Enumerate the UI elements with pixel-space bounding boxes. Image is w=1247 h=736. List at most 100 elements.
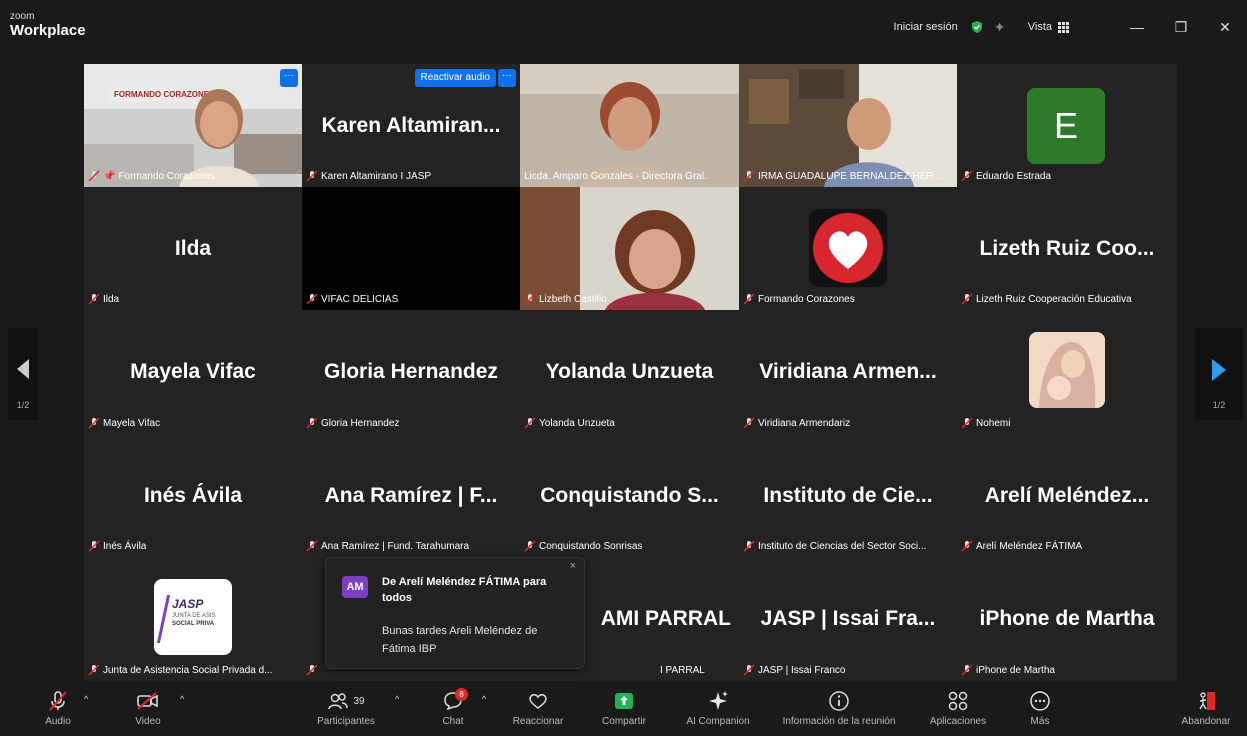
zoom-window: zoom Workplace Iniciar sesión ✦ Vista — … bbox=[0, 0, 1247, 736]
participant-tile[interactable]: Lizeth Ruiz Coo... Lizeth Ruiz Cooperaci… bbox=[957, 187, 1177, 310]
mic-muted-icon bbox=[743, 540, 755, 552]
participant-name: Ana Ramírez | Fund. Tarahumara bbox=[321, 540, 470, 552]
participant-tile[interactable]: FORMANDO CORAZONES ··· 📌 Formando Corazo… bbox=[84, 64, 302, 187]
ai-sparkle-icon[interactable]: ✦ bbox=[994, 20, 1008, 34]
mic-muted-icon bbox=[306, 293, 318, 305]
participant-tile-active-speaker[interactable]: Licda. Amparo Gonzales - Directora Gral. bbox=[520, 64, 739, 187]
tile-label: Eduardo Estrada bbox=[961, 168, 1051, 184]
share-label: Compartir bbox=[602, 716, 646, 727]
mic-muted-icon bbox=[743, 170, 755, 182]
participant-tile[interactable]: E Eduardo Estrada bbox=[957, 64, 1177, 187]
participant-tile[interactable]: Yolanda Unzueta Yolanda Unzueta bbox=[520, 310, 739, 434]
mic-muted-icon bbox=[743, 293, 755, 305]
mic-muted-icon bbox=[743, 417, 755, 429]
participant-tile[interactable]: Lizbeth Castillo bbox=[520, 187, 739, 310]
grid-view-icon bbox=[1058, 21, 1069, 33]
participant-name: Nohemi bbox=[976, 417, 1011, 429]
participant-tile[interactable]: iPhone de Martha iPhone de Martha bbox=[957, 557, 1177, 681]
leave-button[interactable]: Abandonar bbox=[1174, 688, 1238, 734]
shield-check-icon[interactable] bbox=[970, 20, 984, 34]
tile-label: Nohemi bbox=[961, 415, 1010, 431]
tile-options-button[interactable]: ··· bbox=[498, 69, 516, 87]
close-window-icon[interactable]: ✕ bbox=[1203, 19, 1247, 36]
participants-count: 39 bbox=[353, 695, 365, 707]
signin-link[interactable]: Iniciar sesión bbox=[894, 21, 958, 33]
participants-options-caret-icon[interactable]: ^ bbox=[395, 694, 399, 704]
participant-tile[interactable]: Viridiana Armen... Viridiana Armendariz bbox=[739, 310, 957, 434]
audio-button[interactable]: Audio bbox=[38, 688, 78, 734]
participant-tile[interactable]: Karen Altamiran... Reactivar audio ··· K… bbox=[302, 64, 520, 187]
participant-tile[interactable]: Formando Corazones bbox=[739, 187, 957, 310]
meeting-info-label: Información de la reunión bbox=[782, 716, 896, 727]
mic-muted-icon bbox=[306, 417, 318, 429]
meeting-info-button[interactable]: Información de la reunión bbox=[768, 688, 910, 734]
share-button[interactable]: Compartir bbox=[594, 688, 654, 734]
mic-muted-icon bbox=[961, 293, 973, 305]
participant-tile[interactable]: Instituto de Cie... Instituto de Ciencia… bbox=[739, 434, 957, 557]
mic-muted-icon bbox=[88, 540, 100, 552]
tile-label: VIFAC DELICIAS bbox=[306, 291, 398, 307]
jasp-logo-title: JASP bbox=[172, 597, 204, 611]
chat-label: Chat bbox=[442, 716, 464, 727]
unmute-audio-button[interactable]: Reactivar audio bbox=[414, 69, 496, 87]
apps-button[interactable]: Aplicaciones bbox=[920, 688, 996, 734]
next-page-button[interactable]: 1/2 bbox=[1195, 328, 1243, 420]
mic-muted-icon bbox=[961, 664, 973, 676]
audio-options-caret-icon[interactable]: ^ bbox=[84, 694, 88, 704]
participant-tile[interactable]: Conquistando S... Conquistando Sonrisas bbox=[520, 434, 739, 557]
tile-label: Lizbeth Castillo bbox=[524, 291, 607, 307]
sender-avatar: AM bbox=[342, 576, 368, 598]
tile-label: Formando Corazones bbox=[743, 291, 855, 307]
participant-tile[interactable]: IRMA GUADALUPE BERNALDEZ HER... bbox=[739, 64, 957, 187]
participant-name: JASP | Issai Franco bbox=[758, 664, 846, 676]
participant-tile[interactable]: Arelí Meléndez... Arelí Meléndez FÁTIMA bbox=[957, 434, 1177, 557]
tile-options-button[interactable]: ··· bbox=[280, 69, 298, 87]
mic-muted-icon bbox=[49, 691, 67, 711]
tile-label: Yolanda Unzueta bbox=[524, 415, 615, 431]
tile-label: Ana Ramírez | Fund. Tarahumara bbox=[306, 538, 469, 554]
chevron-left-icon bbox=[17, 359, 29, 379]
view-button[interactable]: Vista bbox=[1028, 21, 1069, 33]
chat-notification-popup[interactable]: AM De Arelí Meléndez FÁTIMA para todos B… bbox=[325, 557, 585, 669]
participant-display-name: Viridiana Armen... bbox=[759, 360, 937, 383]
tile-label bbox=[306, 662, 318, 678]
minimize-icon[interactable]: — bbox=[1115, 19, 1159, 35]
participant-tile[interactable]: JASP | Issai Fra... JASP | Issai Franco bbox=[739, 557, 957, 681]
tile-label: 📌 Formando Corazones bbox=[88, 168, 215, 184]
chat-options-caret-icon[interactable]: ^ bbox=[482, 694, 486, 704]
restore-icon[interactable]: ❐ bbox=[1159, 19, 1203, 36]
participant-tile[interactable]: Ana Ramírez | F... Ana Ramírez | Fund. T… bbox=[302, 434, 520, 557]
participant-tile[interactable]: Ilda Ilda bbox=[84, 187, 302, 310]
participant-tile[interactable]: VIFAC DELICIAS bbox=[302, 187, 520, 310]
react-button[interactable]: Reaccionar bbox=[506, 688, 570, 734]
mic-muted-icon bbox=[524, 293, 536, 305]
more-button[interactable]: Más bbox=[1020, 688, 1060, 734]
chat-message-text: Bunas tardes Areli Meléndez de Fátima IB… bbox=[382, 625, 538, 655]
title-bar: zoom Workplace Iniciar sesión ✦ Vista — … bbox=[0, 0, 1247, 52]
participant-display-name: Mayela Vifac bbox=[130, 360, 256, 383]
ai-companion-button[interactable]: AI Companion bbox=[678, 688, 758, 734]
heart-logo-icon bbox=[809, 209, 887, 287]
video-button[interactable]: Video bbox=[126, 688, 170, 734]
chat-button[interactable]: 8 Chat bbox=[436, 688, 470, 734]
participant-display-name: Gloria Hernandez bbox=[324, 360, 498, 383]
participant-tile[interactable]: Nohemi bbox=[957, 310, 1177, 434]
participant-tile[interactable]: Gloria Hernandez Gloria Hernandez bbox=[302, 310, 520, 434]
tile-label: Junta de Asistencia Social Privada d... bbox=[88, 662, 273, 678]
jasp-logo-line-1: JUNTA DE ASIS bbox=[172, 613, 216, 619]
video-options-caret-icon[interactable]: ^ bbox=[180, 694, 184, 704]
tile-label: Ilda bbox=[88, 291, 119, 307]
participant-tile[interactable]: Inés Ávila Inés Ávila bbox=[84, 434, 302, 557]
previous-page-button[interactable]: 1/2 bbox=[8, 328, 38, 420]
profile-picture bbox=[1029, 332, 1105, 408]
close-icon[interactable]: × bbox=[570, 560, 576, 572]
mic-muted-icon bbox=[88, 170, 100, 182]
more-dots-icon bbox=[1030, 691, 1050, 711]
participant-name: Viridiana Armendariz bbox=[758, 417, 851, 429]
chat-unread-badge: 8 bbox=[455, 688, 468, 701]
participants-button[interactable]: 39 Participantes bbox=[310, 688, 382, 734]
participant-display-name: Instituto de Cie... bbox=[763, 483, 933, 507]
participant-name: Lizbeth Castillo bbox=[539, 293, 607, 305]
participant-tile[interactable]: Mayela Vifac Mayela Vifac bbox=[84, 310, 302, 434]
participant-tile[interactable]: JASP JUNTA DE ASIS SOCIAL PRIVA Junta de… bbox=[84, 557, 302, 681]
